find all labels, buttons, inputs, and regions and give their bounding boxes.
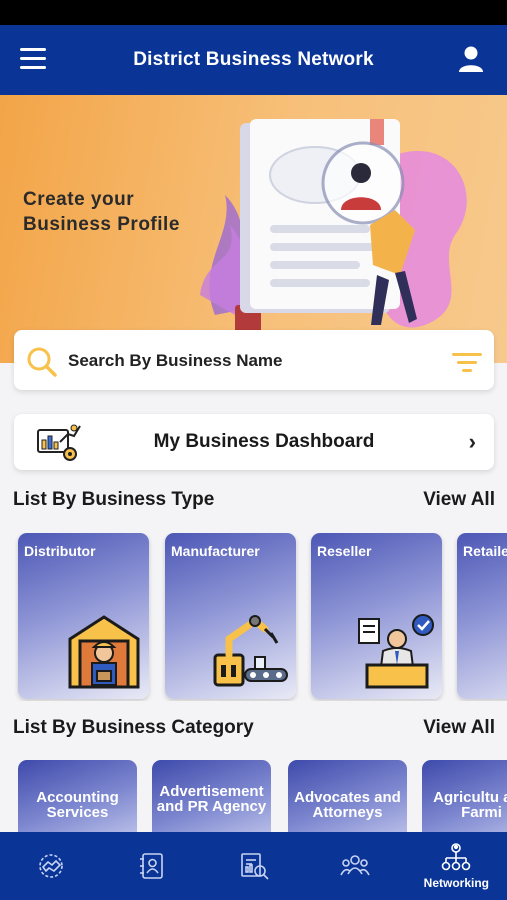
robot-arm-icon [213, 615, 288, 687]
menu-icon[interactable] [20, 48, 48, 72]
business-type-label: Reseller [317, 543, 372, 559]
dashboard-button[interactable]: My Business Dashboard › [14, 414, 494, 470]
section-title: List By Business Category [13, 717, 254, 738]
business-type-label: Distributor [24, 543, 96, 559]
business-type-label: Retaile [463, 543, 507, 559]
business-type-card-reseller[interactable]: Reseller [311, 533, 442, 699]
business-type-label: Manufacturer [171, 543, 260, 559]
bottom-nav: Networking [0, 832, 507, 900]
search-bar [14, 330, 494, 390]
nav-item-groups[interactable] [304, 832, 405, 900]
category-card-advocates[interactable]: Advocates and Attorneys [288, 760, 407, 832]
page-title: District Business Network [133, 49, 374, 70]
filter-icon[interactable] [452, 351, 482, 373]
search-icon[interactable] [26, 346, 58, 378]
nav-label-networking: Networking [423, 876, 489, 890]
search-input[interactable] [68, 348, 408, 374]
business-type-header: List By Business Type View All [13, 489, 495, 511]
business-category-header: List By Business Category View All [13, 717, 495, 739]
category-card-advertisement[interactable]: Advertisement and PR Agency [152, 760, 271, 832]
dashboard-label: My Business Dashboard [153, 431, 375, 452]
banner-text: Create your Business Profile [23, 187, 180, 237]
business-category-list: Accounting Services Advertisement and PR… [0, 760, 507, 832]
nav-item-contacts[interactable] [101, 832, 202, 900]
view-all-types-link[interactable]: View All [423, 489, 495, 511]
status-bar [0, 0, 507, 25]
network-icon [442, 843, 471, 871]
report-search-icon [240, 853, 269, 880]
business-type-card-retailer[interactable]: Retaile [457, 533, 507, 699]
nav-item-networking[interactable]: Networking [406, 832, 507, 900]
business-type-card-manufacturer[interactable]: Manufacturer [165, 533, 296, 699]
category-card-accounting[interactable]: Accounting Services [18, 760, 137, 832]
nav-item-reports[interactable] [203, 832, 304, 900]
contacts-icon [140, 853, 163, 879]
banner-line-2: Business Profile [23, 214, 180, 235]
banner-line-1: Create your [23, 189, 135, 210]
warehouse-worker-icon [68, 615, 140, 689]
group-icon [340, 855, 370, 876]
view-all-categories-link[interactable]: View All [423, 717, 495, 739]
user-profile-icon[interactable] [457, 45, 485, 73]
business-type-card-distributor[interactable]: Distributor [18, 533, 149, 699]
chevron-right-icon: › [468, 429, 476, 454]
nav-item-deals[interactable] [0, 832, 101, 900]
seller-icon [358, 614, 434, 689]
handshake-icon [38, 854, 63, 878]
business-type-list: Distributor Manufacturer Reseller Retail… [0, 533, 507, 701]
app-header: District Business Network [0, 25, 507, 95]
profile-illustration [200, 119, 467, 341]
category-card-agriculture[interactable]: Agricultu and Farmi [422, 760, 507, 832]
section-title: List By Business Type [13, 489, 215, 510]
promo-banner[interactable]: Create your Business Profile [0, 95, 507, 363]
